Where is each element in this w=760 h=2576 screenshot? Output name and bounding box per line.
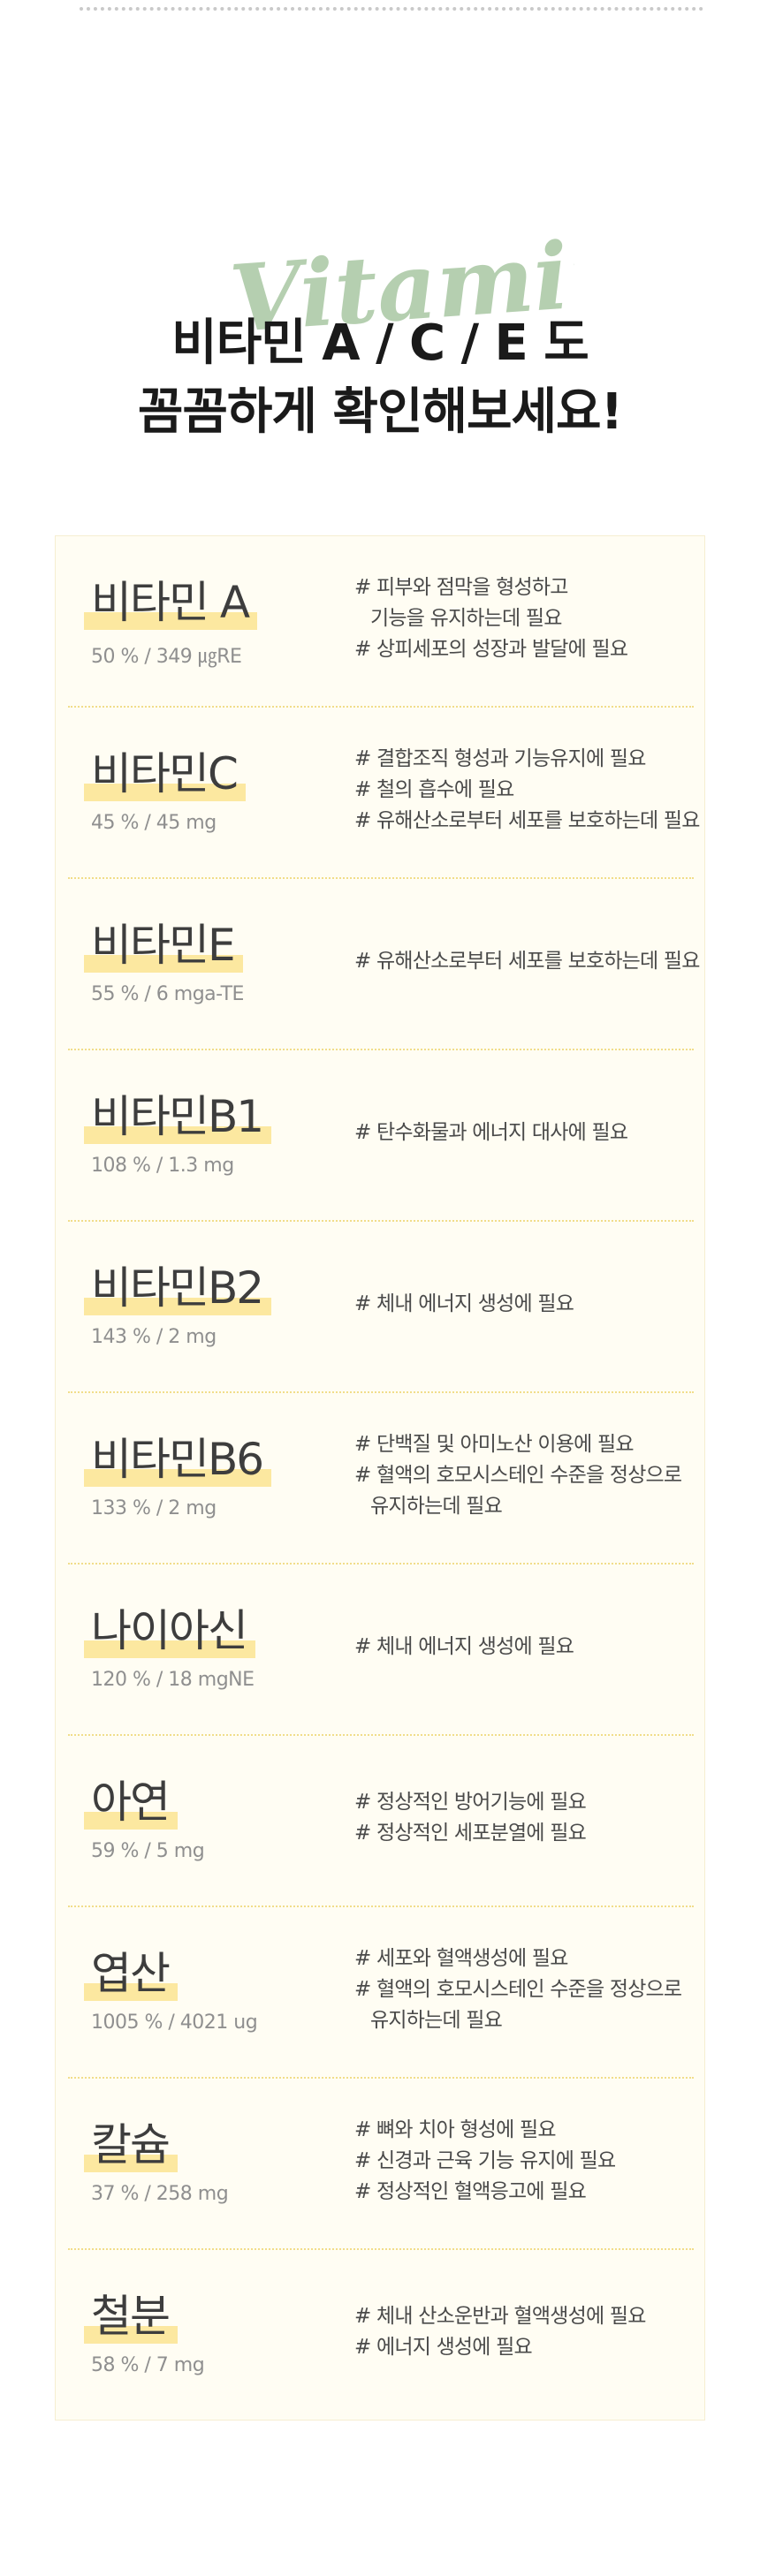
nutrient-description: # 피부와 점막을 형성하고기능을 유지하는데 필요 # 상피세포의 성장과 발달… xyxy=(354,572,699,665)
nutrient-name: 비타민B6 xyxy=(91,1434,264,1485)
nutrient-row: 칼슘 37 % / 258 mg # 뼈와 치아 형성에 필요 # 신경과 근육 기능… xyxy=(56,2079,706,2250)
description-line: # 탄수화물과 에너지 대사에 필요 xyxy=(354,1121,628,1144)
nutrient-amount: 143 % / 2 mg xyxy=(91,1326,217,1348)
title-line-1: 비타민 A / C / E 도 xyxy=(171,314,589,372)
description-line: 기능을 유지하는데 필요 xyxy=(370,607,562,630)
nutrient-amount: 108 % / 1.3 mg xyxy=(91,1155,234,1177)
nutrient-amount: 1005 % / 4021 ug xyxy=(91,2012,258,2034)
description-line: # 혈액의 호모시스테인 수준을 정상으로 xyxy=(354,1464,682,1487)
nutrient-amount: 58 % / 7 mg xyxy=(91,2354,205,2376)
nutrient-description: # 체내 산소운반과 혈액생성에 필요 # 에너지 생성에 필요 xyxy=(354,2301,699,2363)
nutrient-row: 아연 59 % / 5 mg # 정상적인 방어기능에 필요 # 정상적인 세포분열에… xyxy=(56,1736,706,1907)
description-line: # 뼈와 치아 형성에 필요 xyxy=(354,2118,557,2141)
nutrient-amount: 45 % / 45 mg xyxy=(91,812,217,834)
nutrient-description: # 탄수화물과 에너지 대사에 필요 xyxy=(354,1118,699,1148)
page-title: 비타민 A / C / E 도 꼼꼼하게 확인해보세요! xyxy=(0,309,760,447)
nutrient-name: 비타민 A xyxy=(91,577,250,628)
nutrient-name-wrap: 아연 xyxy=(84,1775,178,1830)
nutrient-name: 비타민B1 xyxy=(91,1091,264,1142)
nutrient-description: # 유해산소로부터 세포를 보호하는데 필요 xyxy=(354,946,700,977)
nutrient-amount: 37 % / 258 mg xyxy=(91,2183,229,2205)
nutrient-description: # 결합조직 형성과 기능유지에 필요 # 철의 흡수에 필요 # 유해산소로부터 … xyxy=(354,744,700,837)
description-line: # 체내 에너지 생성에 필요 xyxy=(354,1292,574,1315)
nutrient-amount: 59 % / 5 mg xyxy=(91,1840,205,1862)
nutrient-description: # 뼈와 치아 형성에 필요 # 신경과 근육 기능 유지에 필요 # 정상적인 혈… xyxy=(354,2115,699,2208)
nutrient-name: 비타민B2 xyxy=(91,1262,264,1314)
nutrient-description: # 체내 에너지 생성에 필요 xyxy=(354,1289,699,1320)
nutrient-row: 비타민 A 50 % / 349 ㎍RE # 피부와 점막을 형성하고기능을 유지하… xyxy=(56,536,706,708)
nutrient-name-wrap: 비타민B6 xyxy=(84,1432,271,1487)
nutrient-description: # 정상적인 방어기능에 필요 # 정상적인 세포분열에 필요 xyxy=(354,1787,699,1849)
nutrient-row: 엽산 1005 % / 4021 ug # 세포와 혈액생성에 필요 # 혈액의 호모… xyxy=(56,1907,706,2079)
nutrient-name: 비타민C xyxy=(91,748,239,799)
top-dotted-divider xyxy=(80,7,703,11)
nutrient-amount: 50 % / 349 ㎍RE xyxy=(91,646,242,668)
nutrient-amount: 55 % / 6 mga-TE xyxy=(91,983,244,1005)
nutrient-name: 아연 xyxy=(91,1777,171,1828)
description-line: # 혈액의 호모시스테인 수준을 정상으로 xyxy=(354,1978,682,2001)
nutrient-name-wrap: 비타민B1 xyxy=(84,1089,271,1144)
nutrient-name: 철분 xyxy=(91,2291,171,2342)
nutrient-name: 나이아신 xyxy=(91,1605,248,1656)
nutrient-description: # 체내 에너지 생성에 필요 xyxy=(354,1632,699,1663)
description-line: # 단백질 및 아미노산 이용에 필요 xyxy=(354,1433,635,1456)
nutrient-name-wrap: 비타민 A xyxy=(84,575,257,630)
nutrient-description: # 세포와 혈액생성에 필요 # 혈액의 호모시스테인 수준을 정상으로유지하는데… xyxy=(354,1943,699,2036)
nutrient-row: 철분 58 % / 7 mg # 체내 산소운반과 혈액생성에 필요 # 에너지 생성… xyxy=(56,2250,706,2421)
nutrient-name: 비타민E xyxy=(91,920,236,971)
nutrient-name: 엽산 xyxy=(91,1948,171,1999)
description-line: # 상피세포의 성장과 발달에 필요 xyxy=(354,638,628,661)
description-line: # 정상적인 세포분열에 필요 xyxy=(354,1822,587,1845)
nutrient-name-wrap: 엽산 xyxy=(84,1946,178,2001)
nutrient-row: 비타민B2 143 % / 2 mg # 체내 에너지 생성에 필요 xyxy=(56,1222,706,1393)
nutrient-name-wrap: 철분 xyxy=(84,2289,178,2344)
description-line: # 에너지 생성에 필요 xyxy=(354,2336,533,2359)
description-line: 유지하는데 필요 xyxy=(370,1495,503,1518)
nutrient-row: 비타민C 45 % / 45 mg # 결합조직 형성과 기능유지에 필요 # 철의 … xyxy=(56,708,706,879)
description-line: # 정상적인 방어기능에 필요 xyxy=(354,1791,587,1814)
description-line: # 결합조직 형성과 기능유지에 필요 xyxy=(354,747,646,770)
description-line: # 유해산소로부터 세포를 보호하는데 필요 xyxy=(354,950,700,973)
nutrient-row: 나이아신 120 % / 18 mgNE # 체내 에너지 생성에 필요 xyxy=(56,1565,706,1736)
description-line: # 신경과 근육 기능 유지에 필요 xyxy=(354,2149,616,2172)
description-line: # 철의 흡수에 필요 xyxy=(354,778,514,801)
nutrient-amount: 120 % / 18 mgNE xyxy=(91,1669,255,1691)
nutrient-name: 칼슘 xyxy=(91,2119,171,2171)
description-line: # 유해산소로부터 세포를 보호하는데 필요 xyxy=(354,809,700,832)
nutrient-card: 비타민 A 50 % / 349 ㎍RE # 피부와 점막을 형성하고기능을 유지하… xyxy=(55,535,705,2421)
nutrient-name-wrap: 비타민E xyxy=(84,918,243,973)
nutrient-name-wrap: 비타민B2 xyxy=(84,1261,271,1315)
description-line: # 정상적인 혈액응고에 필요 xyxy=(354,2180,587,2203)
description-line: # 세포와 혈액생성에 필요 xyxy=(354,1947,568,1970)
nutrient-row: 비타민B1 108 % / 1.3 mg # 탄수화물과 에너지 대사에 필요 xyxy=(56,1050,706,1222)
nutrient-name-wrap: 나이아신 xyxy=(84,1603,255,1658)
description-line: 유지하는데 필요 xyxy=(370,2009,503,2032)
description-line: # 체내 산소운반과 혈액생성에 필요 xyxy=(354,2305,646,2328)
nutrient-amount: 133 % / 2 mg xyxy=(91,1497,217,1519)
nutrient-name-wrap: 비타민C xyxy=(84,746,246,801)
nutrient-row: 비타민B6 133 % / 2 mg # 단백질 및 아미노산 이용에 필요 # 혈액… xyxy=(56,1393,706,1565)
description-line: # 체내 에너지 생성에 필요 xyxy=(354,1635,574,1658)
title-line-2: 꼼꼼하게 확인해보세요! xyxy=(137,383,623,441)
nutrient-description: # 단백질 및 아미노산 이용에 필요 # 혈액의 호모시스테인 수준을 정상으로… xyxy=(354,1429,699,1522)
nutrient-row: 비타민E 55 % / 6 mga-TE # 유해산소로부터 세포를 보호하는데 필… xyxy=(56,879,706,1050)
nutrient-name-wrap: 칼슘 xyxy=(84,2118,178,2172)
description-line: # 피부와 점막을 형성하고 xyxy=(354,576,568,599)
